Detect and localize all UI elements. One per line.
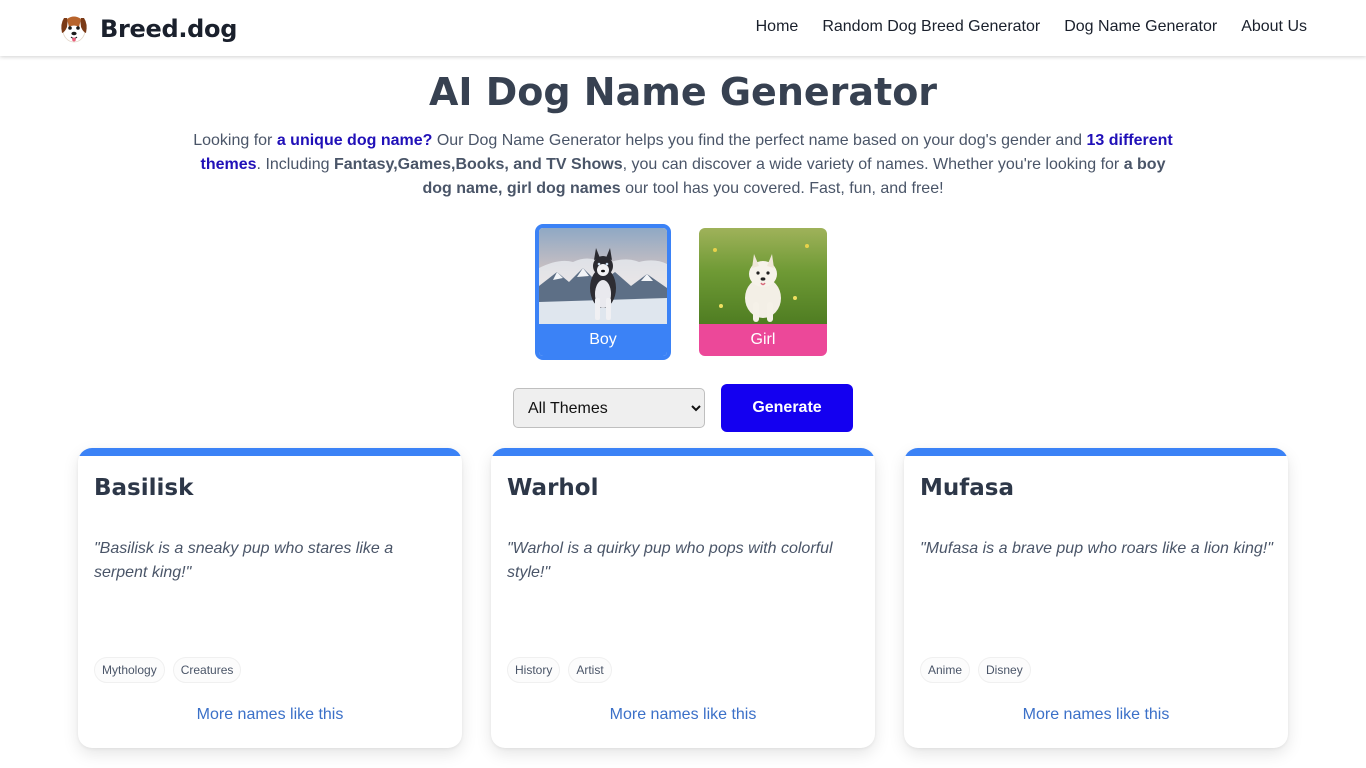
page-title: AI Dog Name Generator — [428, 70, 938, 114]
site-header: Breed.dog Home Random Dog Breed Generato… — [0, 0, 1366, 56]
name-card: Warhol "Warhol is a quirky pup who pops … — [491, 448, 875, 748]
intro-text-4: , you can discover a wide variety of nam… — [622, 156, 1124, 173]
theme-tag: History — [507, 657, 561, 683]
theme-tag: Artist — [568, 657, 612, 683]
intro-text-2: Our Dog Name Generator helps you find th… — [432, 132, 1087, 149]
theme-tag: Mythology — [94, 657, 165, 683]
theme-tag: Anime — [920, 657, 971, 683]
more-names-link[interactable]: More names like this — [78, 706, 462, 724]
dog-face-logo-icon — [61, 16, 87, 43]
gender-label-girl: Girl — [699, 324, 827, 356]
dog-name: Basilisk — [94, 475, 194, 501]
intro-paragraph: Looking for a unique dog name? Our Dog N… — [186, 129, 1180, 201]
name-card: Basilisk "Basilisk is a sneaky pup who s… — [78, 448, 462, 748]
husky-photo — [539, 228, 667, 324]
more-names-link[interactable]: More names like this — [904, 706, 1288, 724]
nav-random-breed-generator[interactable]: Random Dog Breed Generator — [822, 18, 1040, 36]
name-description: "Basilisk is a sneaky pup who stares lik… — [94, 540, 394, 581]
theme-tag: Disney — [978, 657, 1031, 683]
more-names-link[interactable]: More names like this — [491, 706, 875, 724]
gender-label-boy: Boy — [539, 324, 667, 356]
intro-text-3: . Including — [256, 156, 334, 173]
main-nav: Home Random Dog Breed Generator Dog Name… — [756, 18, 1307, 36]
gender-option-girl[interactable]: Girl — [699, 228, 827, 356]
generate-button[interactable]: Generate — [721, 384, 853, 432]
intro-bold-genres: Fantasy,Games,Books, and TV Shows — [333, 156, 623, 173]
westie-photo — [699, 228, 827, 324]
brand-name: Breed.dog — [100, 15, 238, 43]
intro-highlight-unique: a unique dog name? — [276, 132, 433, 149]
brand-logo-link[interactable]: Breed.dog — [58, 11, 237, 47]
tag-list: Anime Disney — [920, 657, 1031, 683]
dog-name: Warhol — [507, 475, 599, 501]
intro-text-1: Looking for — [193, 132, 277, 149]
theme-tag: Creatures — [172, 657, 242, 683]
tag-list: History Artist — [507, 657, 612, 683]
intro-text-5: our tool has you covered. Fast, fun, and… — [620, 180, 944, 197]
name-card: Mufasa "Mufasa is a brave pup who roars … — [904, 448, 1288, 748]
nav-about-us[interactable]: About Us — [1241, 18, 1307, 36]
name-description: "Warhol is a quirky pup who pops with co… — [507, 540, 833, 581]
tag-list: Mythology Creatures — [94, 657, 242, 683]
dog-name: Mufasa — [920, 475, 1014, 501]
gender-option-boy[interactable]: Boy — [535, 224, 671, 360]
name-description: "Mufasa is a brave pup who roars like a … — [920, 540, 1273, 557]
theme-select[interactable]: All Themes — [513, 388, 705, 428]
nav-dog-name-generator[interactable]: Dog Name Generator — [1064, 18, 1217, 36]
nav-home[interactable]: Home — [756, 18, 799, 36]
